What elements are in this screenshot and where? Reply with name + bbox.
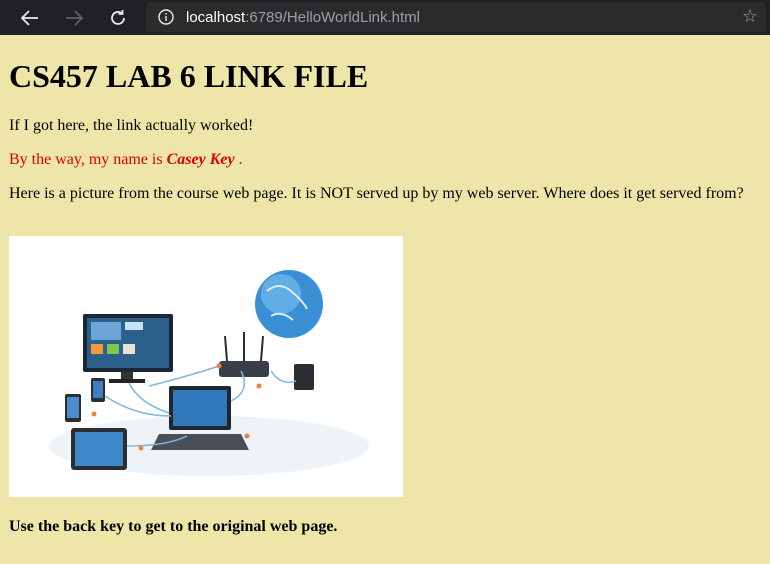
name-text: By the way, my name is Casey Key . [9,151,243,169]
forward-arrow-icon [66,9,83,26]
name-suffix: . [234,151,243,168]
author-name: Casey Key [166,151,235,168]
address-bar[interactable]: localhost:6789/HelloWorldLink.html ☆ [146,2,766,32]
back-button[interactable] [8,0,52,35]
network-devices-image [9,236,403,497]
url-path: :6789/HelloWorldLink.html [245,8,421,26]
browser-toolbar: localhost:6789/HelloWorldLink.html ☆ [0,0,770,35]
info-icon[interactable] [146,2,186,32]
picture-description: Here is a picture from the course web pa… [9,185,744,202]
page-title: CS457 LAB 6 LINK FILE [9,58,369,94]
reload-icon [111,9,125,25]
link-worked-text: If I got here, the link actually worked! [9,117,254,134]
url-host: localhost [186,8,246,26]
star-icon[interactable]: ☆ [742,6,758,27]
name-prefix: By the way, my name is [9,151,167,168]
back-arrow-icon [21,9,38,26]
reload-button[interactable] [96,0,140,35]
back-key-instruction: Use the back key to get to the original … [9,518,338,535]
forward-button[interactable] [52,0,96,35]
